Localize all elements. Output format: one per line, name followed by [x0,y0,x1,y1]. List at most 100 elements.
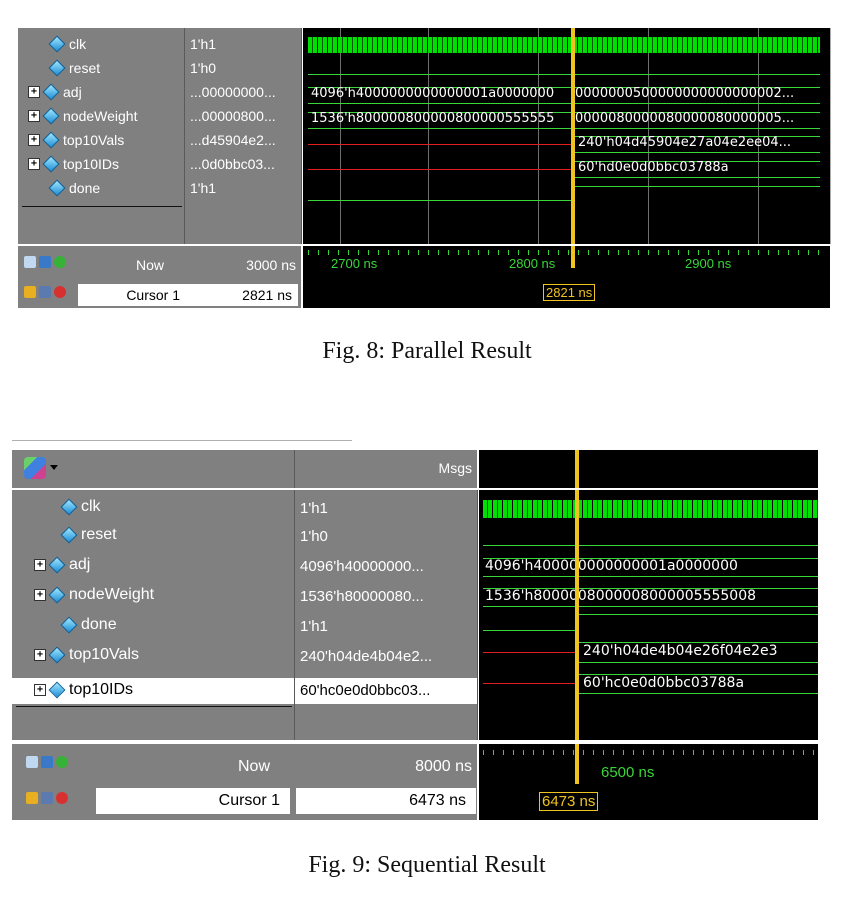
expand-plus-icon[interactable]: + [28,134,40,146]
lock-icon[interactable] [24,286,36,298]
fig9-signal-clk[interactable]: clk [60,498,101,516]
fig9-cursor-time-box: 6473 ns [539,792,599,811]
fig9-toolbar-icons-2 [26,792,71,804]
fig8-top10IDs-undefined [308,169,572,170]
signal-name: top10Vals [63,132,125,148]
add-cursor-icon[interactable] [54,256,66,268]
fig8-cursor-name[interactable]: Cursor 1 [78,284,186,306]
fig9-signal-nodeWeight[interactable]: + nodeWeight [34,586,154,604]
fig8-signal-reset[interactable]: reset [48,59,100,77]
diamond-signal-icon [42,155,60,173]
fig8-reset-waveform [308,74,820,75]
signal-name: clk [81,498,101,515]
signal-name: top10Vals [69,646,139,663]
fig9-value-nodeWeight: 1536'h80000080... [300,588,424,605]
fig8-signal-clk[interactable]: clk [48,35,86,53]
diamond-signal-icon [60,616,78,634]
fig8-toolbar-icons-2 [24,286,69,298]
fig8-value-clk: 1'h1 [190,36,217,52]
fig8-vertical-scrollbar[interactable] [830,28,831,244]
fig8-cursor-line[interactable] [571,28,575,244]
timeline-label: 2800 ns [509,256,556,271]
fig9-cursor-value: 6473 ns [296,788,476,814]
fig9-top10IDs-wave-value: 60'hc0e0d0bbc03788a [583,675,745,691]
fig8-caption: Fig. 8: Parallel Result [322,338,532,364]
expand-plus-icon[interactable]: + [34,589,46,601]
fig9-nodeWeight-bus-bottom [483,606,818,607]
fig9-top10Vals-bus-bottom [579,662,818,663]
fig8-signal-top10Vals[interactable]: + top10Vals [28,131,125,149]
lock-icon[interactable] [26,792,38,804]
diamond-signal-icon [48,35,66,53]
expand-plus-icon[interactable]: + [34,649,46,661]
fig8-nodeWeight-bus-bottom [308,128,820,129]
fig9-caption: Fig. 9: Sequential Result [308,852,546,878]
zoom-icon[interactable] [26,756,38,768]
timeline-ticks [308,250,820,255]
fig9-done-high [579,614,818,615]
fig9-signal-top10IDs[interactable]: + top10IDs [34,681,133,699]
fig8-timeline[interactable]: 2700 ns 2800 ns 2900 ns 2821 ns [303,246,830,308]
fig8-top10Vals-undefined [308,144,572,145]
timeline-label: 6500 ns [601,764,655,781]
fig9-top10IDs-bus-bottom [579,693,818,694]
fig9-value-top10Vals: 240'h04de4b04e2... [300,648,433,665]
fig9-wave-window: Msgs clk reset + adj + nodeWeight done +… [12,440,818,822]
wave-toolbar-icon[interactable] [24,457,46,479]
fig8-wave-area[interactable]: 4096'h4000000000000001a0000000 000000050… [303,28,830,244]
wave-toolbar-icon[interactable] [41,792,53,804]
chevron-down-icon[interactable] [50,465,58,470]
expand-plus-icon[interactable]: + [34,684,46,696]
zoom-icon[interactable] [24,256,36,268]
fig9-signal-top10Vals[interactable]: + top10Vals [34,646,139,664]
fig8-value-nodeWeight: ...00000800... [190,108,276,124]
fig9-top10IDs-undefined [483,683,577,684]
fig9-value-clk: 1'h1 [300,500,328,517]
fig8-cursor-time-box: 2821 ns [543,284,596,301]
signal-name: nodeWeight [69,586,155,603]
expand-plus-icon[interactable]: + [28,158,40,170]
fig8-insertion-line [22,206,182,207]
fig8-wave-window: clk reset + adj + nodeWeight + top10Vals… [18,28,831,310]
fig8-toolbar-icons-1 [24,256,69,268]
diamond-signal-icon [48,681,66,699]
expand-plus-icon[interactable]: + [28,110,40,122]
fig9-value-done: 1'h1 [300,618,328,635]
wave-toolbar-icon[interactable] [39,286,51,298]
fig9-adj-bus-bottom [483,576,818,577]
diamond-signal-icon [60,526,78,544]
timeline-label: 2700 ns [331,256,378,271]
wave-toolbar-icon[interactable] [39,256,51,268]
expand-plus-icon[interactable]: + [34,559,46,571]
fig9-signal-adj[interactable]: + adj [34,556,90,574]
fig9-signal-reset[interactable]: reset [60,526,117,544]
fig9-wave-area[interactable]: 4096'h400000000000001a0000000 1536'h8000… [479,490,818,740]
fig9-cursor-name[interactable]: Cursor 1 [96,788,290,814]
add-cursor-icon[interactable] [56,756,68,768]
fig8-adj-wave-value-right: 0000000500000000000000002... [575,86,795,101]
fig9-timeline[interactable]: 6500 ns 6473 ns [479,744,818,820]
fig9-signal-done[interactable]: done [60,616,117,634]
fig8-signal-done[interactable]: done [48,179,101,197]
remove-cursor-icon[interactable] [54,286,66,298]
signal-name: top10IDs [69,681,134,698]
fig8-now-value: 3000 ns [246,257,296,273]
diamond-signal-icon [60,498,78,516]
grid-line [538,28,539,244]
fig8-value-adj: ...00000000... [190,84,276,100]
signal-name: done [69,180,101,196]
wave-toolbar-icon[interactable] [41,756,53,768]
fig8-signal-nodeWeight[interactable]: + nodeWeight [28,107,137,125]
remove-cursor-icon[interactable] [56,792,68,804]
expand-plus-icon[interactable]: + [28,86,40,98]
diamond-signal-icon [48,556,66,574]
diamond-signal-icon [42,131,60,149]
fig8-signal-adj[interactable]: + adj [28,83,82,101]
fig9-value-top10IDs: 60'hc0e0d0bbc03... [300,682,431,699]
fig9-top10Vals-wave-value: 240'h04de4b04e26f04e2e3 [583,643,778,659]
fig8-value-top10IDs: ...0d0bbc03... [190,156,275,172]
fig9-cursor-line[interactable] [575,490,579,740]
fig8-signal-top10IDs[interactable]: + top10IDs [28,155,119,173]
diamond-signal-icon [48,179,66,197]
signal-name: adj [63,84,82,100]
